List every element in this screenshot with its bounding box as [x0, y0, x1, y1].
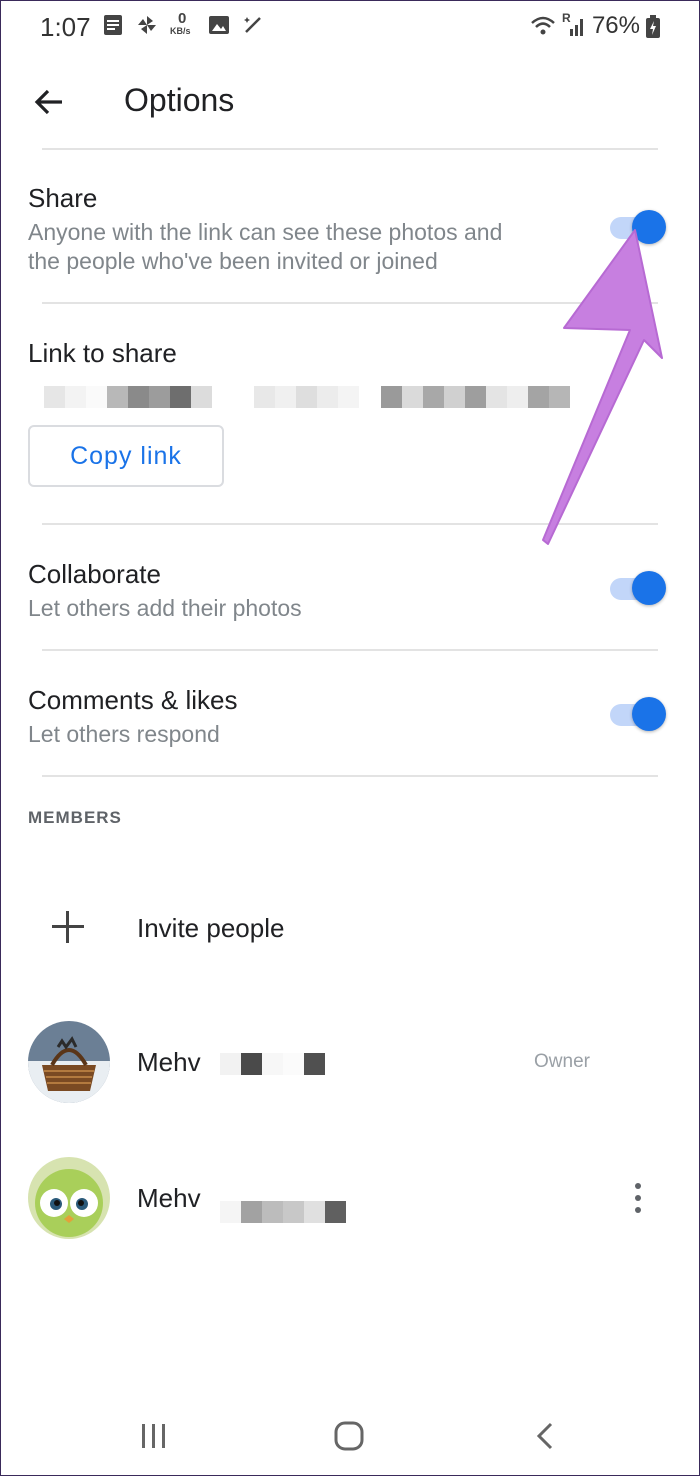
status-system-icons: R 76% — [530, 11, 660, 40]
net-speed-value: 0 — [178, 10, 187, 27]
net-speed-unit: KB/s — [170, 26, 191, 36]
members-section-label: MEMBERS — [28, 808, 122, 827]
invite-people-button[interactable]: Invite people — [0, 895, 700, 965]
toggle-thumb — [632, 697, 666, 731]
image-notification-icon — [208, 14, 230, 36]
status-bar: 1:07 0 KB/s R 76% — [0, 0, 700, 56]
share-title: Share — [28, 183, 98, 213]
collaborate-title: Collaborate — [28, 559, 161, 589]
comments-subtitle: Let others respond — [28, 721, 220, 747]
divider — [42, 649, 658, 651]
member-name: Mehv — [137, 1183, 201, 1213]
annotation-arrow — [540, 220, 670, 550]
share-subtitle-line1: Anyone with the link can see these photo… — [28, 219, 503, 245]
member-row[interactable]: Mehv — [0, 1157, 700, 1241]
battery-charging-icon — [646, 15, 660, 38]
invite-people-label: Invite people — [137, 913, 285, 943]
pixelated-name — [220, 1201, 346, 1223]
back-arrow-icon[interactable] — [30, 82, 70, 122]
divider — [42, 148, 658, 150]
magic-wand-icon — [242, 14, 264, 36]
pinwheel-icon — [136, 14, 158, 36]
link-title: Link to share — [28, 338, 177, 368]
more-vert-icon[interactable] — [624, 1179, 652, 1219]
collaborate-subtitle: Let others add their photos — [28, 595, 302, 621]
avatar — [28, 1021, 110, 1103]
back-nav-icon[interactable] — [526, 1416, 566, 1456]
battery-percent: 76% — [591, 12, 640, 39]
signal-icon: R — [562, 11, 586, 37]
share-subtitle-line2: the people who've been invited or joined — [28, 248, 438, 274]
recents-icon[interactable] — [134, 1416, 174, 1456]
system-nav-bar — [0, 1396, 700, 1476]
page-title: Options — [124, 82, 235, 118]
comments-toggle[interactable] — [610, 694, 668, 734]
pixelated-name — [220, 1053, 325, 1075]
wifi-icon — [530, 15, 556, 37]
comments-title: Comments & likes — [28, 685, 238, 715]
plus-icon — [52, 911, 84, 943]
document-notification-icon — [102, 14, 124, 36]
copy-link-button[interactable]: Copy link — [28, 425, 224, 487]
member-name: Mehv — [137, 1047, 201, 1077]
avatar — [28, 1157, 110, 1239]
status-time: 1:07 — [40, 12, 91, 42]
pixelated-link — [44, 386, 570, 408]
owner-label: Owner — [534, 1051, 590, 1072]
divider — [42, 775, 658, 777]
net-speed-indicator: 0 KB/s — [170, 10, 196, 36]
toggle-thumb — [632, 571, 666, 605]
member-row[interactable]: Mehv Owner — [0, 1021, 700, 1105]
collaborate-toggle[interactable] — [610, 568, 668, 608]
home-icon[interactable] — [329, 1416, 369, 1456]
status-notification-icons: 0 KB/s — [102, 10, 264, 36]
